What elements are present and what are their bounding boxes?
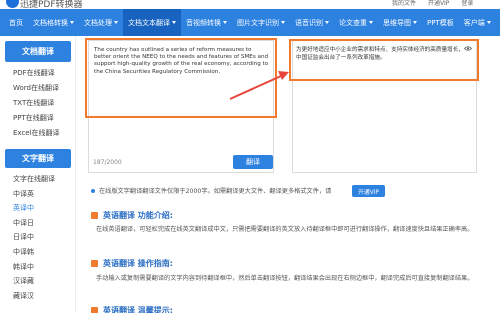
source-highlight-box [85,38,277,118]
result-highlight-box [289,39,479,81]
operation-guide-title: 英语翻译 操作指南: [91,258,173,269]
sidebar-list-text: 文字在线翻译 中译英 英译中 中译日 日译中 中译韩 韩译中 汉译藏 藏译汉 [0,170,75,303]
nav-item-label: 文档处理 [84,18,112,27]
sidebar-item[interactable]: 藏译汉 [13,289,75,304]
sidebar-item[interactable]: 韩译中 [13,260,75,275]
nav-item-5[interactable]: 图片文字识别 [232,9,290,36]
chevron-down-icon [281,21,285,24]
chevron-down-icon [369,21,373,24]
nav-item-label: 思维导图 [383,18,411,27]
translate-button[interactable]: 翻译 [233,155,273,169]
open-vip-link[interactable]: 开通VIP [428,0,450,7]
feature-intro-title: 英语翻译 功能介绍: [91,210,173,221]
sidebar-item[interactable]: 文字在线翻译 [13,172,75,187]
chevron-down-icon [486,21,491,24]
nav-item-2[interactable]: 文档处理 [79,9,123,36]
nav-item-label: 文档文本翻译 [128,18,170,27]
nav-item-label: 论文查重 [339,18,367,27]
bullet-icon [91,188,95,193]
sidebar-item[interactable]: 中译韩 [13,245,75,260]
my-files-link[interactable]: 我的文件 [392,0,416,7]
sidebar-item[interactable]: PDF在线翻译 [13,66,75,81]
top-links: 我的文件 开通VIP 登录 [392,0,483,7]
sidebar-item[interactable]: Word在线翻译 [13,81,75,96]
char-count: 187/2000 [93,159,122,166]
sidebar-item[interactable]: 中译日 [13,216,75,231]
nav-item-1[interactable]: 文档格转换 [28,9,79,36]
chevron-down-icon [325,21,329,24]
sidebar: 文档翻译 PDF在线翻译 Word在线翻译 TXT在线翻译 PPT在线翻译 Excel在… [0,36,76,313]
nav-item-label: 音视频转换 [186,18,221,27]
nav-item-label: 文档格转换 [33,18,68,27]
chevron-down-icon [172,21,176,24]
section-icon [91,260,98,267]
nav-item-0[interactable]: 首页 [4,9,28,36]
chevron-down-icon [70,21,74,24]
section-icon [91,307,98,313]
nav-item-9[interactable]: PPT模板 [422,9,459,36]
section-icon [91,212,98,219]
open-vip-button[interactable]: 开通VIP [352,185,385,197]
main-nav: 首页 文档格转换 文档处理 文档文本翻译 音视频转换 图片文字识别 语音识别 论文查重 思维导图… [0,9,500,36]
nav-item-3[interactable]: 文档文本翻译 [123,9,181,36]
nav-item-7[interactable]: 论文查重 [334,9,378,36]
sidebar-item[interactable]: Excel在线翻译 [13,126,75,141]
sidebar-item[interactable]: TXT在线翻译 [13,96,75,111]
nav-item-label: 语音识别 [295,18,323,27]
operation-guide-body: 手动输入或复制需要翻译的文字内容到待翻译框中，然后单击翻译按钮，翻译结果会出现在… [96,275,474,282]
tips-title: 英语翻译 温馨提示: [91,305,173,313]
nav-item-label: 客户端 [463,18,485,27]
top-strip: 迅捷PDF转换器 我的文件 开通VIP 登录 [0,0,500,10]
nav-item-4[interactable]: 音视频转换 [181,9,232,36]
nav-item-8[interactable]: 思维导图 [378,9,422,36]
sidebar-item[interactable]: 英译中 [13,201,75,216]
nav-item-6[interactable]: 语音识别 [290,9,334,36]
limit-notice: 在线版文字翻译翻译文件仅限于2000字。如需翻译更大文件、翻译更多格式文件，请 [91,186,331,195]
login-link[interactable]: 登录 [461,0,473,7]
logo-icon[interactable] [4,0,20,9]
chevron-down-icon [114,21,118,24]
feature-intro-body: 在线英语翻译，可轻松完成在线英文翻译成中文，只需把需要翻译的英文放入待翻译框中即… [96,226,474,233]
sidebar-list-document: PDF在线翻译 Word在线翻译 TXT在线翻译 PPT在线翻译 Excel在线翻译 [0,62,75,141]
nav-item-label: PPT模板 [427,18,454,27]
sidebar-section-text-translate[interactable]: 文字翻译 [5,149,71,168]
sidebar-item[interactable]: 中译英 [13,187,75,202]
nav-item-label: 图片文字识别 [237,18,279,27]
chevron-down-icon [223,21,227,24]
sidebar-item[interactable]: PPT在线翻译 [13,111,75,126]
sidebar-section-document-translate[interactable]: 文档翻译 [5,41,71,62]
notice-text: 在线版文字翻译翻译文件仅限于2000字。如需翻译更大文件、翻译更多格式文件，请 [99,188,332,195]
chevron-down-icon [413,21,417,24]
nav-item-label: 首页 [9,18,23,27]
sidebar-item[interactable]: 汉译藏 [13,274,75,289]
sidebar-item[interactable]: 日译中 [13,230,75,245]
nav-item-10[interactable]: 客户端 [459,9,496,36]
